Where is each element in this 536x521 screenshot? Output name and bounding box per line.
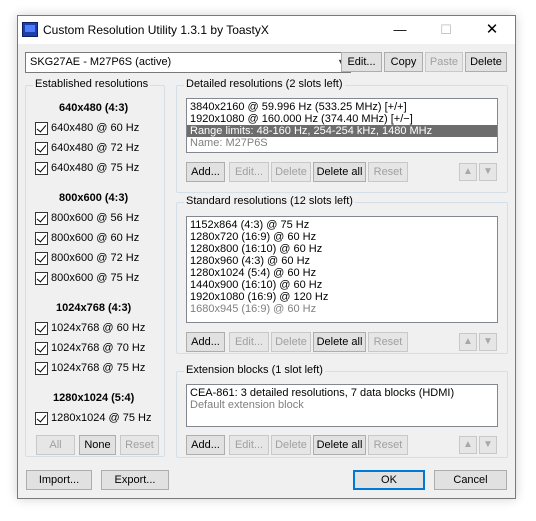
detailed-resolutions-list[interactable]: 3840x2160 @ 59.996 Hz (533.25 MHz) [+/+]… — [186, 98, 498, 153]
crutility-window: Custom Resolution Utility 1.3.1 by Toast… — [17, 15, 516, 499]
window-title: Custom Resolution Utility 1.3.1 by Toast… — [43, 23, 269, 37]
monitor-paste-button[interactable]: Paste — [425, 52, 463, 72]
monitor-select-value: SKG27AE - M27P6S (active) — [30, 56, 172, 68]
list-item[interactable]: 1280x720 (16:9) @ 60 Hz — [187, 231, 497, 243]
standard-delete-all-button[interactable]: Delete all — [313, 332, 366, 352]
export-button[interactable]: Export... — [101, 470, 169, 490]
established-reset-button[interactable]: Reset — [120, 435, 159, 455]
extension-blocks-group: Extension blocks (1 slot left) CEA-861: … — [176, 364, 508, 458]
list-item[interactable]: 1152x864 (4:3) @ 75 Hz — [187, 219, 497, 231]
standard-reset-button[interactable]: Reset — [368, 332, 408, 352]
checkbox-check-icon[interactable] — [35, 252, 48, 265]
established-title: Established resolutions — [33, 78, 151, 90]
detailed-add-button[interactable]: Add... — [186, 162, 225, 182]
detailed-title: Detailed resolutions (2 slots left) — [184, 78, 345, 90]
checkbox-check-icon[interactable] — [35, 272, 48, 285]
list-item[interactable]: 3840x2160 @ 59.996 Hz (533.25 MHz) [+/+] — [187, 101, 497, 113]
detailed-delete-all-button[interactable]: Delete all — [313, 162, 366, 182]
extension-delete-button[interactable]: Delete — [271, 435, 311, 455]
monitor-icon — [22, 22, 38, 37]
minimize-button[interactable]: — — [377, 16, 423, 44]
group-heading-1280x1024: 1280x1024 (5:4) — [53, 392, 135, 404]
extension-delete-all-button[interactable]: Delete all — [313, 435, 366, 455]
checkbox-check-icon[interactable] — [35, 232, 48, 245]
extension-add-button[interactable]: Add... — [186, 435, 225, 455]
select-none-button[interactable]: None — [79, 435, 116, 455]
ok-button[interactable]: OK — [353, 470, 425, 490]
monitor-copy-button[interactable]: Copy — [384, 52, 423, 72]
standard-delete-button[interactable]: Delete — [271, 332, 311, 352]
detailed-delete-button[interactable]: Delete — [271, 162, 311, 182]
list-item[interactable]: 1440x900 (16:10) @ 60 Hz — [187, 279, 497, 291]
arrow-up-icon[interactable]: ▲ — [459, 333, 477, 351]
checkbox-check-icon[interactable] — [35, 162, 48, 175]
checkbox-check-icon[interactable] — [35, 322, 48, 335]
list-item-selected[interactable]: Range limits: 48-160 Hz, 254-254 kHz, 14… — [187, 125, 497, 137]
extension-reset-button[interactable]: Reset — [368, 435, 408, 455]
import-button[interactable]: Import... — [26, 470, 92, 490]
group-heading-800x600: 800x600 (4:3) — [59, 192, 129, 204]
list-item[interactable]: 1280x1024 (5:4) @ 60 Hz — [187, 267, 497, 279]
detailed-resolutions-group: Detailed resolutions (2 slots left) 3840… — [176, 78, 508, 193]
close-button[interactable]: ✕ — [469, 16, 515, 44]
arrow-up-icon[interactable]: ▲ — [459, 436, 477, 454]
detailed-reset-button[interactable]: Reset — [368, 162, 408, 182]
extension-edit-button[interactable]: Edit... — [229, 435, 269, 455]
monitor-select[interactable]: SKG27AE - M27P6S (active) ▼ — [25, 52, 351, 73]
checkbox-check-icon[interactable] — [35, 212, 48, 225]
standard-resolutions-group: Standard resolutions (12 slots left) 115… — [176, 195, 508, 354]
list-item[interactable]: 1920x1080 @ 160.000 Hz (374.40 MHz) [+/−… — [187, 113, 497, 125]
list-item[interactable]: 1920x1080 (16:9) @ 120 Hz — [187, 291, 497, 303]
select-all-button[interactable]: All — [36, 435, 75, 455]
title-bar: Custom Resolution Utility 1.3.1 by Toast… — [18, 16, 515, 44]
list-item[interactable]: Default extension block — [187, 399, 497, 411]
checkbox-check-icon[interactable] — [35, 122, 48, 135]
list-item[interactable]: 1280x960 (4:3) @ 60 Hz — [187, 255, 497, 267]
standard-title: Standard resolutions (12 slots left) — [184, 195, 355, 207]
extension-blocks-list[interactable]: CEA-861: 3 detailed resolutions, 7 data … — [186, 384, 498, 427]
arrow-up-icon[interactable]: ▲ — [459, 163, 477, 181]
detailed-edit-button[interactable]: Edit... — [229, 162, 269, 182]
checkbox-check-icon[interactable] — [35, 362, 48, 375]
monitor-edit-button[interactable]: Edit... — [341, 52, 382, 72]
standard-resolutions-list[interactable]: 1152x864 (4:3) @ 75 Hz 1280x720 (16:9) @… — [186, 216, 498, 323]
standard-edit-button[interactable]: Edit... — [229, 332, 269, 352]
extension-title: Extension blocks (1 slot left) — [184, 364, 325, 376]
checkbox-check-icon[interactable] — [35, 342, 48, 355]
group-heading-640x480: 640x480 (4:3) — [59, 102, 129, 114]
list-item[interactable]: 1680x945 (16:9) @ 60 Hz — [187, 303, 497, 315]
list-item[interactable]: CEA-861: 3 detailed resolutions, 7 data … — [187, 387, 497, 399]
arrow-down-icon[interactable]: ▼ — [479, 333, 497, 351]
monitor-delete-button[interactable]: Delete — [465, 52, 507, 72]
checkbox-check-icon[interactable] — [35, 412, 48, 425]
arrow-down-icon[interactable]: ▼ — [479, 436, 497, 454]
standard-add-button[interactable]: Add... — [186, 332, 225, 352]
list-item[interactable]: 1280x800 (16:10) @ 60 Hz — [187, 243, 497, 255]
maximize-button[interactable]: ☐ — [423, 16, 469, 44]
group-heading-1024x768: 1024x768 (4:3) — [56, 302, 132, 314]
arrow-down-icon[interactable]: ▼ — [479, 163, 497, 181]
established-resolutions-group: Established resolutions 640x480 (4:3) 64… — [25, 78, 165, 457]
checkbox-check-icon[interactable] — [35, 142, 48, 155]
cancel-button[interactable]: Cancel — [434, 470, 507, 490]
list-item[interactable]: Name: M27P6S — [187, 137, 497, 149]
